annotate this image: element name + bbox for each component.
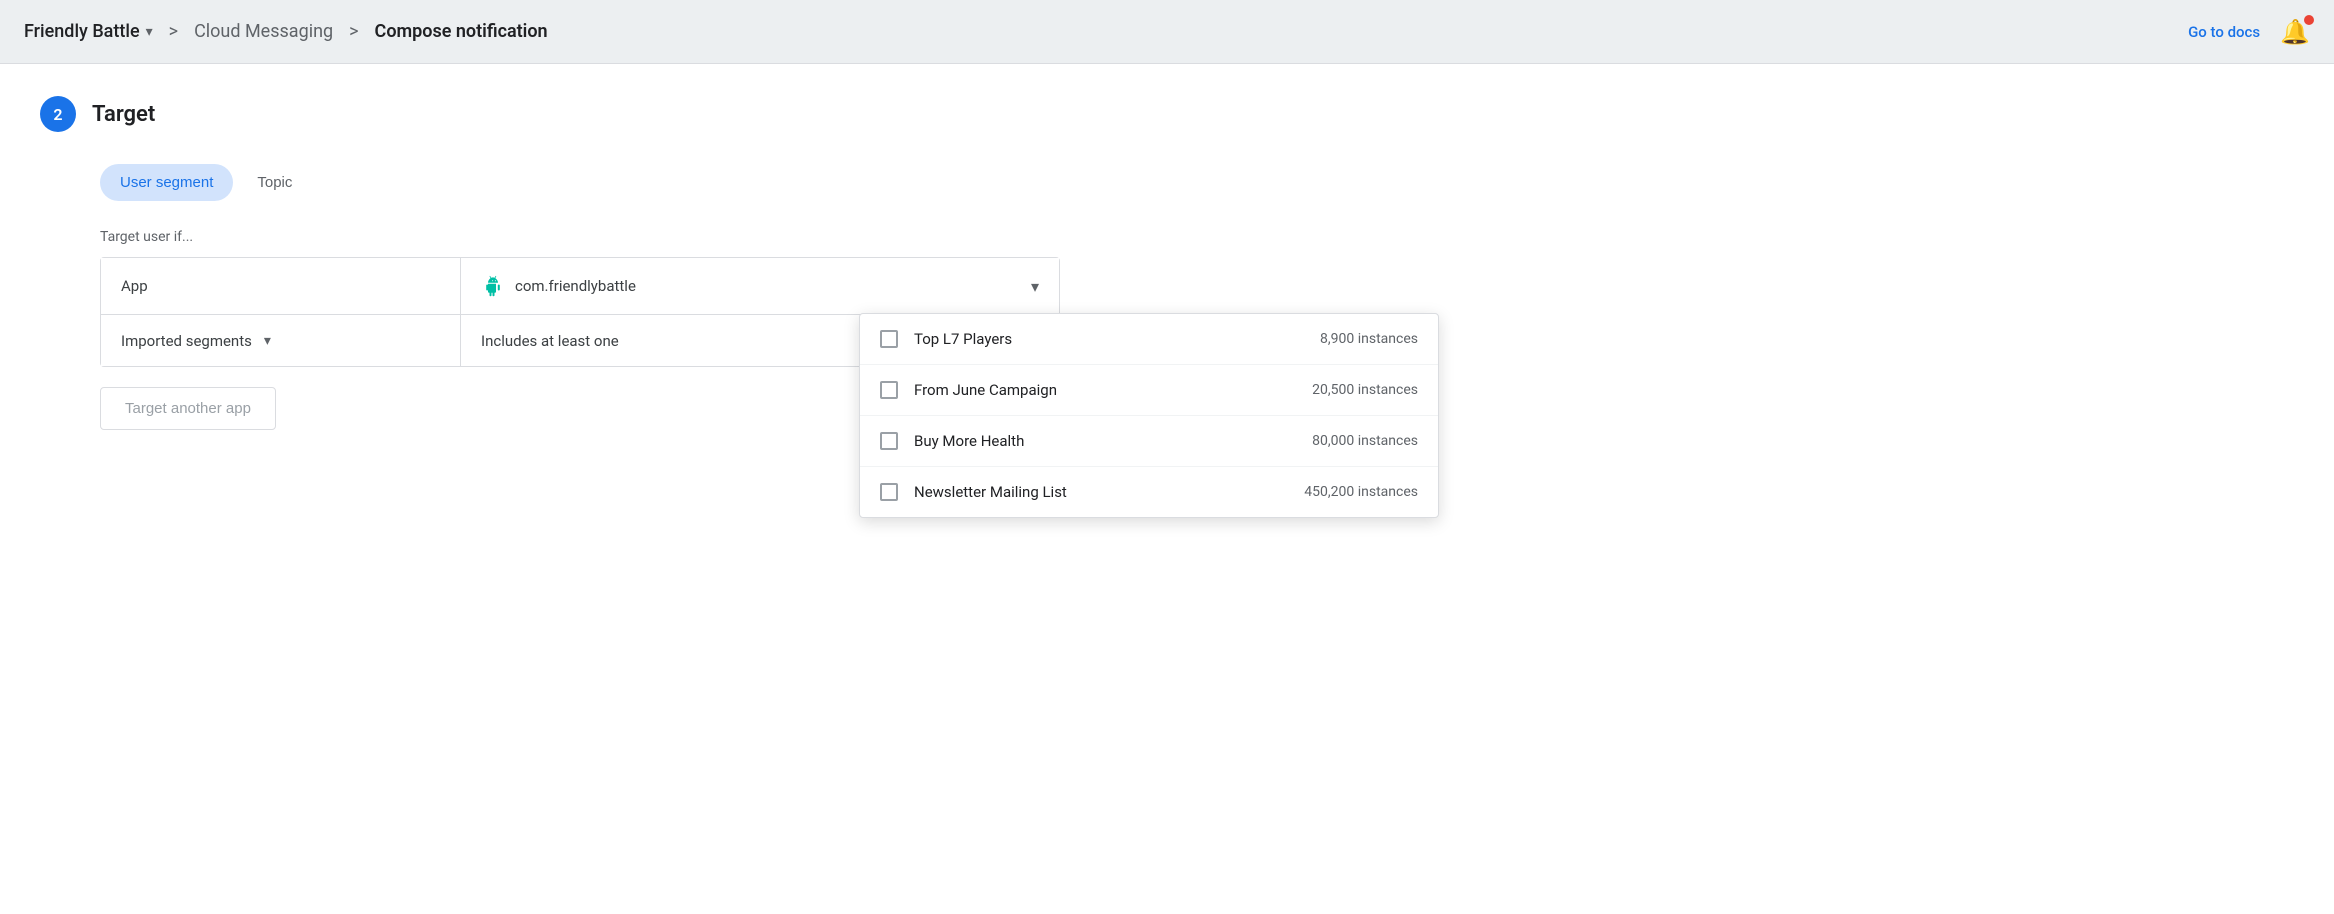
segment-count-0: 8,900 instances — [1320, 331, 1418, 347]
target-another-app-button[interactable]: Target another app — [100, 387, 276, 430]
main-content: 2 Target User segment Topic Target user … — [0, 64, 2334, 914]
breadcrumb-separator-2: > — [349, 21, 358, 42]
topbar-right: Go to docs 🔔 — [2188, 18, 2310, 46]
segment-dropdown-arrow[interactable]: ▾ — [264, 333, 271, 349]
checkbox-newsletter[interactable] — [880, 483, 898, 501]
dropdown-item-1[interactable]: From June Campaign 20,500 instances — [860, 365, 1438, 416]
segment-count-1: 20,500 instances — [1312, 382, 1418, 398]
checkbox-buy-more-health[interactable] — [880, 432, 898, 450]
tab-topic[interactable]: Topic — [237, 164, 312, 201]
dropdown-item-2[interactable]: Buy More Health 80,000 instances — [860, 416, 1438, 467]
filter-table: App com.friendlybattle ▾ Imported segmen… — [100, 257, 1060, 367]
includes-value[interactable]: Includes at least one ▾ Top L7 Players 8… — [461, 315, 1059, 366]
dropdown-item-0[interactable]: Top L7 Players 8,900 instances — [860, 314, 1438, 365]
app-dropdown-arrow[interactable]: ▾ — [1031, 277, 1039, 296]
breadcrumb-separator: > — [169, 21, 178, 42]
dropdown-item-3[interactable]: Newsletter Mailing List 450,200 instance… — [860, 467, 1438, 517]
step-badge: 2 — [40, 96, 76, 132]
target-user-label: Target user if... — [100, 229, 2294, 245]
filter-row-app: App com.friendlybattle ▾ — [101, 258, 1059, 315]
segment-count-2: 80,000 instances — [1312, 433, 1418, 449]
tabs-row: User segment Topic — [100, 164, 2294, 201]
bell-icon[interactable]: 🔔 — [2280, 18, 2310, 46]
segment-name-0: Top L7 Players — [914, 330, 1304, 348]
android-icon — [481, 274, 505, 298]
goto-docs-link[interactable]: Go to docs — [2188, 23, 2260, 41]
app-name-text: Friendly Battle — [24, 21, 140, 42]
app-value[interactable]: com.friendlybattle ▾ — [461, 258, 1059, 314]
content-inner: User segment Topic Target user if... App — [100, 164, 2294, 430]
current-page-title: Compose notification — [375, 21, 548, 42]
breadcrumb: Friendly Battle ▾ > Cloud Messaging > Co… — [24, 21, 548, 42]
product-name: Cloud Messaging — [194, 21, 333, 42]
topbar: Friendly Battle ▾ > Cloud Messaging > Co… — [0, 0, 2334, 64]
checkbox-top-l7[interactable] — [880, 330, 898, 348]
checkbox-june-campaign[interactable] — [880, 381, 898, 399]
section-header: 2 Target — [40, 96, 2294, 132]
segment-name-2: Buy More Health — [914, 432, 1296, 450]
includes-text: Includes at least one — [481, 332, 619, 350]
app-id-text: com.friendlybattle — [515, 277, 1031, 295]
app-dropdown-chevron[interactable]: ▾ — [146, 24, 153, 40]
filter-row-segments: Imported segments ▾ Includes at least on… — [101, 315, 1059, 366]
segment-name-1: From June Campaign — [914, 381, 1296, 399]
notification-badge — [2304, 15, 2314, 25]
imported-segments-label[interactable]: Imported segments ▾ — [101, 315, 461, 366]
segment-count-3: 450,200 instances — [1304, 484, 1418, 500]
section-title: Target — [92, 102, 155, 127]
segment-dropdown-panel: Top L7 Players 8,900 instances From June… — [859, 313, 1439, 518]
segment-name-3: Newsletter Mailing List — [914, 483, 1288, 501]
app-name[interactable]: Friendly Battle ▾ — [24, 21, 153, 42]
tab-user-segment[interactable]: User segment — [100, 164, 233, 201]
app-label: App — [101, 258, 461, 314]
